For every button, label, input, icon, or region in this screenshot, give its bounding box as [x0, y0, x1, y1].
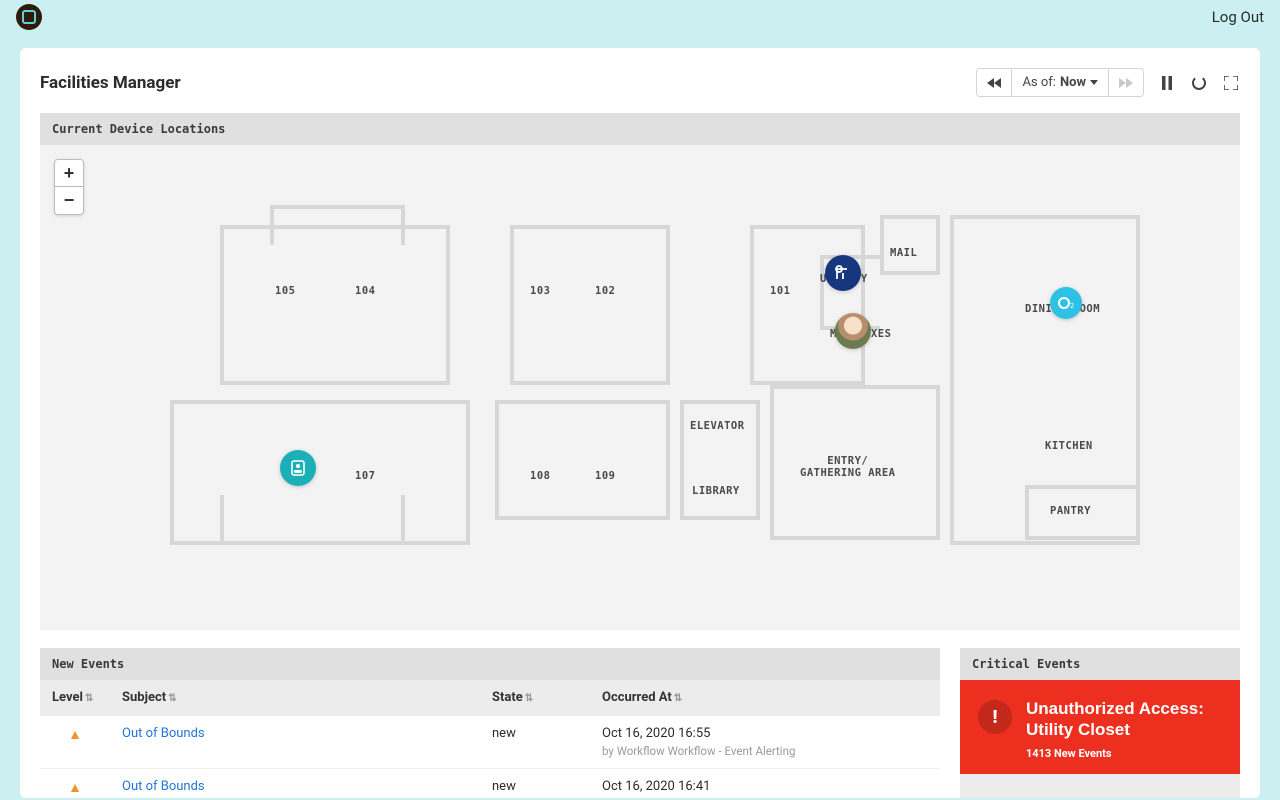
spinner-icon	[1191, 75, 1207, 91]
critical-events-title: Critical Events	[960, 648, 1240, 680]
room-label-mail: MAIL	[890, 247, 917, 259]
map-area[interactable]: + − 105 104 103 102 101 MAIL UTILITY MAI…	[40, 145, 1240, 630]
device-marker-oxygen[interactable]: 2	[1050, 287, 1082, 319]
logout-link[interactable]: Log Out	[1212, 8, 1264, 26]
asof-selector[interactable]: As of: Now	[1011, 69, 1108, 96]
room-mail	[880, 215, 940, 275]
zoom-control: + −	[54, 159, 84, 215]
pause-button[interactable]	[1158, 74, 1176, 92]
device-marker-sensor[interactable]	[825, 255, 861, 291]
id-badge-icon	[289, 459, 307, 477]
forward-button[interactable]	[1108, 69, 1143, 96]
critical-events-panel: Critical Events ! Unauthorized Access: U…	[960, 648, 1240, 798]
room-bl1b	[220, 495, 405, 545]
rewind-button[interactable]	[977, 69, 1011, 96]
event-state: new	[480, 716, 590, 769]
col-subject[interactable]: Subject⇅	[110, 680, 480, 716]
card-header: Facilities Manager As of: Now	[40, 68, 1240, 97]
sort-icon: ⇅	[85, 693, 93, 704]
new-events-title: New Events	[40, 648, 940, 680]
room-label-105: 105	[275, 285, 295, 297]
chevron-down-icon	[1090, 80, 1098, 85]
bottom-row: New Events Level⇅ Subject⇅ State⇅ Occurr…	[40, 648, 1240, 798]
event-subject-link[interactable]: Out of Bounds	[122, 779, 205, 794]
sort-icon: ⇅	[674, 693, 682, 704]
new-events-panel: New Events Level⇅ Subject⇅ State⇅ Occurr…	[40, 648, 940, 798]
event-occurred: Oct 16, 2020 16:55	[602, 726, 928, 741]
page-title: Facilities Manager	[40, 73, 181, 93]
event-state: new	[480, 769, 590, 799]
pause-icon	[1161, 76, 1173, 90]
room-label-104: 104	[355, 285, 375, 297]
device-marker-person[interactable]	[835, 313, 871, 349]
critical-subtext: 1413 New Events	[1026, 747, 1222, 760]
room-108-109	[495, 400, 670, 520]
event-byline: by Workflow Workflow - Event Alerting	[602, 744, 928, 758]
critical-card[interactable]: ! Unauthorized Access: Utility Closet 14…	[960, 680, 1240, 774]
room-label-109: 109	[595, 470, 615, 482]
refresh-button[interactable]	[1190, 74, 1208, 92]
topbar: Log Out	[0, 0, 1280, 34]
fast-forward-icon	[1119, 78, 1133, 88]
map-panel: Current Device Locations + − 105 104 103…	[40, 113, 1240, 630]
expand-icon	[1224, 76, 1238, 90]
rewind-icon	[987, 78, 1001, 88]
room-103-102	[510, 225, 670, 385]
room-label-108: 108	[530, 470, 550, 482]
room-elev-lib	[680, 400, 760, 520]
sort-icon: ⇅	[525, 693, 533, 704]
time-control-group: As of: Now	[976, 68, 1144, 97]
events-table: Level⇅ Subject⇅ State⇅ Occurred At⇅ ▲ Ou…	[40, 680, 940, 798]
table-row[interactable]: ▲ Out of Bounds new Oct 16, 2020 16:55 b…	[40, 716, 940, 769]
warning-icon: ▲	[68, 727, 82, 743]
alert-icon: !	[978, 700, 1012, 734]
room-label-entry: ENTRY/ GATHERING AREA	[800, 455, 896, 479]
warning-icon: ▲	[68, 780, 82, 796]
room-label-103: 103	[530, 285, 550, 297]
network-icon	[833, 263, 853, 283]
room-105-104	[220, 225, 450, 385]
room-label-102: 102	[595, 285, 615, 297]
room-label-101: 101	[770, 285, 790, 297]
critical-heading: Unauthorized Access: Utility Closet	[1026, 698, 1222, 741]
zoom-in-button[interactable]: +	[55, 160, 83, 187]
room-label-kitchen: KITCHEN	[1045, 440, 1093, 452]
o2-icon: 2	[1056, 293, 1076, 313]
sort-icon: ⇅	[168, 693, 176, 704]
device-marker-badge[interactable]	[280, 450, 316, 486]
asof-value: Now	[1060, 75, 1086, 90]
room-label-library: LIBRARY	[692, 485, 740, 497]
main-card: Facilities Manager As of: Now	[20, 48, 1260, 798]
event-subject-link[interactable]: Out of Bounds	[122, 726, 205, 741]
room-ext	[270, 205, 405, 245]
fullscreen-button[interactable]	[1222, 74, 1240, 92]
room-label-elevator: ELEVATOR	[690, 420, 745, 432]
room-label-107: 107	[355, 470, 375, 482]
room-label-pantry: PANTRY	[1050, 505, 1091, 517]
toolbar: As of: Now	[976, 68, 1240, 97]
floorplan: 105 104 103 102 101 MAIL UTILITY MAILBOX…	[170, 205, 1150, 545]
col-level[interactable]: Level⇅	[40, 680, 110, 716]
col-occurred[interactable]: Occurred At⇅	[590, 680, 940, 716]
col-state[interactable]: State⇅	[480, 680, 590, 716]
map-panel-title: Current Device Locations	[40, 113, 1240, 145]
brand-logo[interactable]	[16, 4, 42, 30]
zoom-out-button[interactable]: −	[55, 187, 83, 214]
event-occurred: Oct 16, 2020 16:41	[602, 779, 928, 794]
asof-prefix: As of:	[1022, 75, 1056, 90]
svg-text:2: 2	[1070, 302, 1074, 310]
table-row[interactable]: ▲ Out of Bounds new Oct 16, 2020 16:41	[40, 769, 940, 799]
